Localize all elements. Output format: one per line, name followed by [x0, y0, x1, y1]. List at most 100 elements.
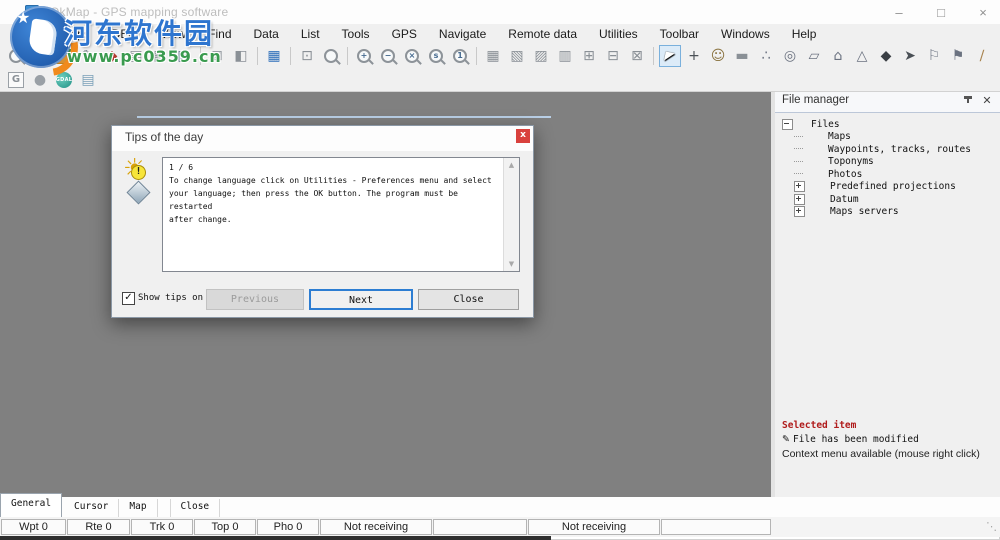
menu-item-windows[interactable]: Windows	[710, 25, 781, 43]
add-waypoint-icon[interactable]: +	[683, 45, 705, 67]
close-dialog-button[interactable]: Close	[418, 289, 519, 310]
resize-grip[interactable]: ⋱	[986, 520, 997, 533]
menu-item-help[interactable]: Help	[781, 25, 828, 43]
maximize-button[interactable]: □	[934, 5, 948, 20]
menu-item-remote-data[interactable]: Remote data	[497, 25, 588, 43]
glyph: ◎	[784, 49, 796, 63]
tab-map[interactable]: Map	[119, 499, 157, 517]
measure-area-icon[interactable]: ∕	[995, 45, 1000, 67]
magnifier-label: 1	[457, 51, 463, 60]
add-points-icon[interactable]: ∴	[755, 45, 777, 67]
menu-item-maps[interactable]: Maps	[49, 25, 100, 43]
close-map-icon[interactable]: ◆	[101, 45, 123, 67]
photo-list-icon[interactable]: ▤	[77, 69, 99, 91]
tip-scrollbar[interactable]: ▲ ▼	[503, 158, 519, 271]
previous-button[interactable]: Previous	[206, 289, 304, 310]
close-button[interactable]: ×	[976, 5, 990, 20]
new-window-icon[interactable]: ⊡	[296, 45, 318, 67]
dialog-close-button[interactable]: x	[516, 129, 530, 143]
add-poi-icon[interactable]: ☺	[707, 45, 729, 67]
map-link-icon[interactable]: ⊞	[578, 45, 600, 67]
map-properties-icon[interactable]: ▤	[125, 45, 147, 67]
selected-item-block: Selected item ✎File has been modified Co…	[782, 420, 994, 460]
open-folder-icon[interactable]	[29, 45, 51, 67]
menu-item-navigate[interactable]: Navigate	[428, 25, 497, 43]
menu-item-utilities[interactable]: Utilities	[588, 25, 649, 43]
search-map-icon[interactable]	[5, 45, 27, 67]
tab-close[interactable]: Close	[170, 499, 221, 517]
letter-glyph: G	[8, 72, 24, 88]
map-cross-icon[interactable]: ⊠	[626, 45, 648, 67]
menu-item-toolbar[interactable]: Toolbar	[649, 25, 710, 43]
glyph: ▧	[510, 49, 523, 63]
flag-clear-icon[interactable]: ⚐	[923, 45, 945, 67]
menu-item-gps[interactable]: GPS	[381, 25, 428, 43]
flag-set-icon[interactable]: ⚑	[947, 45, 969, 67]
next-button[interactable]: Next	[309, 289, 413, 310]
page-color-icon[interactable]: ◧	[230, 45, 252, 67]
grid-style-icon[interactable]: ▨	[530, 45, 552, 67]
menu-item-find[interactable]: Find	[197, 25, 242, 43]
tab-general[interactable]: General	[0, 493, 62, 517]
import-folder-icon[interactable]	[53, 45, 75, 67]
pan-tool-icon[interactable]: ➤	[899, 45, 921, 67]
tree-item-files[interactable]: Files	[775, 118, 1000, 131]
show-tips-checkbox[interactable]: ✓	[122, 292, 135, 305]
dialog-title-bar[interactable]: Tips of the day x	[112, 126, 533, 151]
data-table-icon[interactable]: ▦	[263, 45, 285, 67]
add-label-icon[interactable]: ▬	[731, 45, 753, 67]
tree-expand-icon[interactable]	[794, 206, 805, 217]
zoom-out-icon[interactable]: −	[377, 45, 399, 67]
menu-item-dem[interactable]: DEM	[101, 25, 150, 43]
scroll-up-icon[interactable]: ▲	[504, 158, 519, 172]
map-split-icon[interactable]: ▥	[554, 45, 576, 67]
grid-device-icon[interactable]: ▦	[482, 45, 504, 67]
tree-item-maps[interactable]: Maps	[775, 131, 1000, 144]
measure-distance-icon[interactable]: ∕	[971, 45, 993, 67]
zoom-full-icon[interactable]: ×	[401, 45, 423, 67]
zoom-in-icon[interactable]: +	[353, 45, 375, 67]
menu-item-file[interactable]: File	[8, 25, 49, 43]
add-area-icon[interactable]: △	[851, 45, 873, 67]
tree-item-waypoints-tracks-routes[interactable]: Waypoints, tracks, routes	[775, 143, 1000, 156]
magnifier-glyph: 1	[453, 49, 467, 63]
add-route-icon[interactable]: ▱	[803, 45, 825, 67]
tree-item-datum[interactable]: Datum	[775, 193, 1000, 206]
tree-expand-icon[interactable]	[794, 194, 805, 205]
tree-item-predefined-projections[interactable]: Predefined projections	[775, 181, 1000, 194]
gdal-icon[interactable]: GDAL	[53, 69, 75, 91]
tree-item-maps-servers[interactable]: Maps servers	[775, 206, 1000, 219]
map-unlink-icon[interactable]: ⊟	[602, 45, 624, 67]
menu-item-data[interactable]: Data	[243, 25, 290, 43]
tab-cursor[interactable]: Cursor	[64, 499, 119, 517]
zoom-selection-icon[interactable]: s	[425, 45, 447, 67]
panel-close-icon[interactable]: ✕	[981, 94, 993, 107]
glyph: △	[857, 49, 868, 63]
tree-expand-icon[interactable]	[794, 181, 805, 192]
file-manager-title: File manager	[782, 94, 849, 106]
edit-map-icon[interactable]: ✎	[77, 45, 99, 67]
tree-item-toponyms[interactable]: Toponyms	[775, 156, 1000, 169]
add-track-icon[interactable]: ◎	[779, 45, 801, 67]
map-calibrate-icon[interactable]: ▦	[149, 45, 171, 67]
grid-edit-icon[interactable]: ▧	[506, 45, 528, 67]
tree-expand-icon[interactable]	[782, 119, 793, 130]
zoom-window-icon[interactable]	[320, 45, 342, 67]
menu-item-tools[interactable]: Tools	[331, 25, 381, 43]
vertex-tool-icon[interactable]: ◆	[875, 45, 897, 67]
tree-item-photos[interactable]: Photos	[775, 168, 1000, 181]
projection-g-icon[interactable]: G	[5, 69, 27, 91]
zoom-actual-icon[interactable]: 1	[449, 45, 471, 67]
save-map-icon[interactable]: ▣	[173, 45, 195, 67]
glyph: ∴	[762, 49, 771, 63]
scroll-down-icon[interactable]: ▼	[504, 257, 519, 271]
delete-map-icon[interactable]: ⊠	[206, 45, 228, 67]
select-tool-icon[interactable]: ◤	[659, 45, 681, 67]
tip-textbox[interactable]: 1 / 6 To change language click on Utilit…	[162, 157, 520, 272]
menu-item-list[interactable]: List	[290, 25, 331, 43]
sphere-icon[interactable]: ●	[29, 69, 51, 91]
pin-icon[interactable]	[962, 95, 974, 107]
minimize-button[interactable]: –	[892, 5, 906, 20]
add-polygon-icon[interactable]: ⌂	[827, 45, 849, 67]
menu-item-view[interactable]: View	[149, 25, 197, 43]
